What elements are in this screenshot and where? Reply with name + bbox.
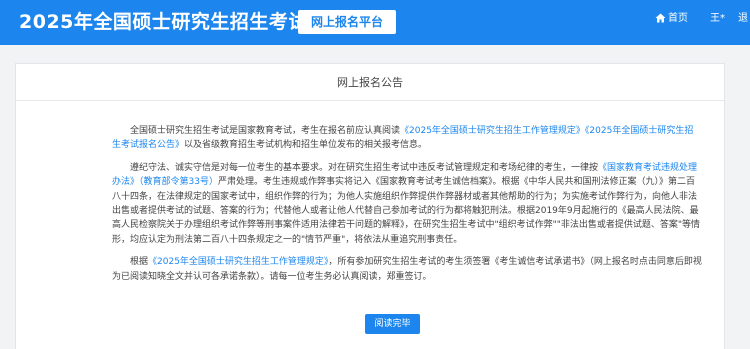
notice-paragraph-3: 根据《2025年全国硕士研究生招生工作管理规定》，所有参加研究生招生考试的考生须… — [112, 255, 702, 284]
logout-link[interactable]: 退 — [738, 12, 748, 26]
notice-card: 网上报名公告 全国硕士研究生招生考试是国家教育考试，考生在报名前应认真阅读《20… — [15, 63, 725, 349]
site-title: 2025年全国硕士研究生招生考试 — [19, 11, 308, 33]
paragraph-text: 严肃处理。考生违规或作弊事实将记入《国家教育考试考生诚信档案》。根据《中华人民共… — [112, 177, 701, 245]
paragraph-text: 以及省级教育招生考试机构和招生单位发布的相关报考信息。 — [184, 140, 428, 151]
link-management-rules[interactable]: 《2025年全国硕士研究生招生工作管理规定》 — [400, 126, 585, 136]
home-label: 首页 — [668, 13, 688, 24]
user-name[interactable]: 王* — [710, 12, 725, 26]
paragraph-text: 遵纪守法、诚实守信是对每一位考生的基本要求。对在研究生招生考试中违反考试管理规定… — [130, 162, 599, 173]
link-management-rules-2[interactable]: 《2025年全国硕士研究生招生工作管理规定》 — [148, 257, 328, 267]
paragraph-text: 根据 — [130, 257, 149, 268]
notice-paragraph-1: 全国硕士研究生招生考试是国家教育考试，考生在报名前应认真阅读《2025年全国硕士… — [112, 124, 702, 153]
home-icon — [655, 13, 666, 23]
notice-content: 全国硕士研究生招生考试是国家教育考试，考生在报名前应认真阅读《2025年全国硕士… — [112, 124, 702, 292]
finish-reading-button[interactable]: 阅读完毕 — [365, 314, 420, 334]
paragraph-text: 全国硕士研究生招生考试是国家教育考试，考生在报名前应认真阅读 — [130, 126, 401, 136]
notice-title: 网上报名公告 — [16, 64, 724, 101]
notice-paragraph-2: 遵纪守法、诚实守信是对每一位考生的基本要求。对在研究生招生考试中违反考试管理规定… — [112, 161, 702, 247]
home-link[interactable]: 首页 — [655, 12, 688, 26]
top-header: 2025年全国硕士研究生招生考试 网上报名平台 首页 王* 退 — [0, 0, 750, 45]
platform-badge: 网上报名平台 — [298, 10, 397, 34]
